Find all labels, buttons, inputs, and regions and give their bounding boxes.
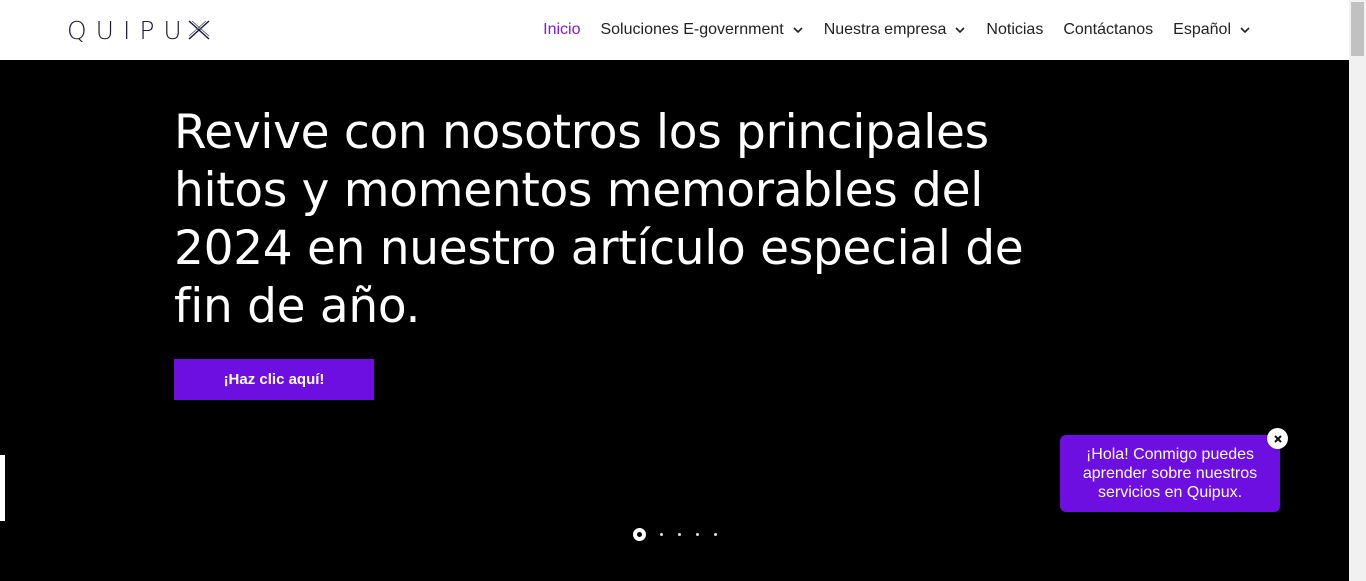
chat-close-button[interactable] (1267, 428, 1288, 449)
nav-item-label: Nuestra empresa (823, 21, 947, 38)
vertical-scrollbar[interactable] (1349, 0, 1366, 581)
site-header: QUIPU Inicio Soluciones E-government Nue… (0, 0, 1349, 60)
slide-dot-2[interactable] (658, 532, 664, 536)
nav-item-soluciones[interactable]: Soluciones E-government (600, 21, 803, 39)
scrollbar-thumb[interactable] (1351, 2, 1364, 56)
hero-cta-button[interactable]: ¡Haz clic aquí! (174, 359, 374, 400)
slide-dot-5[interactable] (712, 532, 718, 536)
nav-item-label: Noticias (986, 21, 1044, 38)
quipux-logo[interactable]: QUIPU (67, 14, 211, 46)
chevron-down-icon (1239, 24, 1251, 36)
logo-x-mark-icon (187, 18, 211, 42)
nav-item-nuestra-empresa[interactable]: Nuestra empresa (824, 21, 967, 39)
chevron-down-icon (954, 24, 966, 36)
chevron-down-icon (792, 24, 804, 36)
chat-message: ¡Hola! Conmigo puedes aprender sobre nue… (1082, 446, 1258, 501)
close-icon (1273, 429, 1283, 448)
nav-item-label: Inicio (543, 21, 581, 38)
logo-text: QUIPU (67, 15, 191, 45)
nav-item-noticias[interactable]: Noticias (986, 21, 1043, 39)
hero-title: Revive con nosotros los principales hito… (174, 105, 1024, 334)
nav-item-label: Español (1173, 21, 1231, 38)
slider-pagination (632, 527, 718, 541)
nav-item-contactanos[interactable]: Contáctanos (1063, 21, 1153, 39)
slide-dot-3[interactable] (676, 532, 682, 536)
nav-item-inicio[interactable]: Inicio (543, 21, 580, 39)
slide-dot-1[interactable] (632, 527, 646, 541)
slide-dot-4[interactable] (694, 532, 700, 536)
page-edge-strip (0, 455, 5, 521)
chat-greeting-bubble[interactable]: ¡Hola! Conmigo puedes aprender sobre nue… (1060, 435, 1280, 512)
nav-item-label: Contáctanos (1063, 21, 1154, 38)
main-nav: Inicio Soluciones E-government Nuestra e… (543, 0, 1251, 60)
language-selector[interactable]: Español (1173, 21, 1251, 39)
nav-item-label: Soluciones E-government (600, 21, 784, 38)
